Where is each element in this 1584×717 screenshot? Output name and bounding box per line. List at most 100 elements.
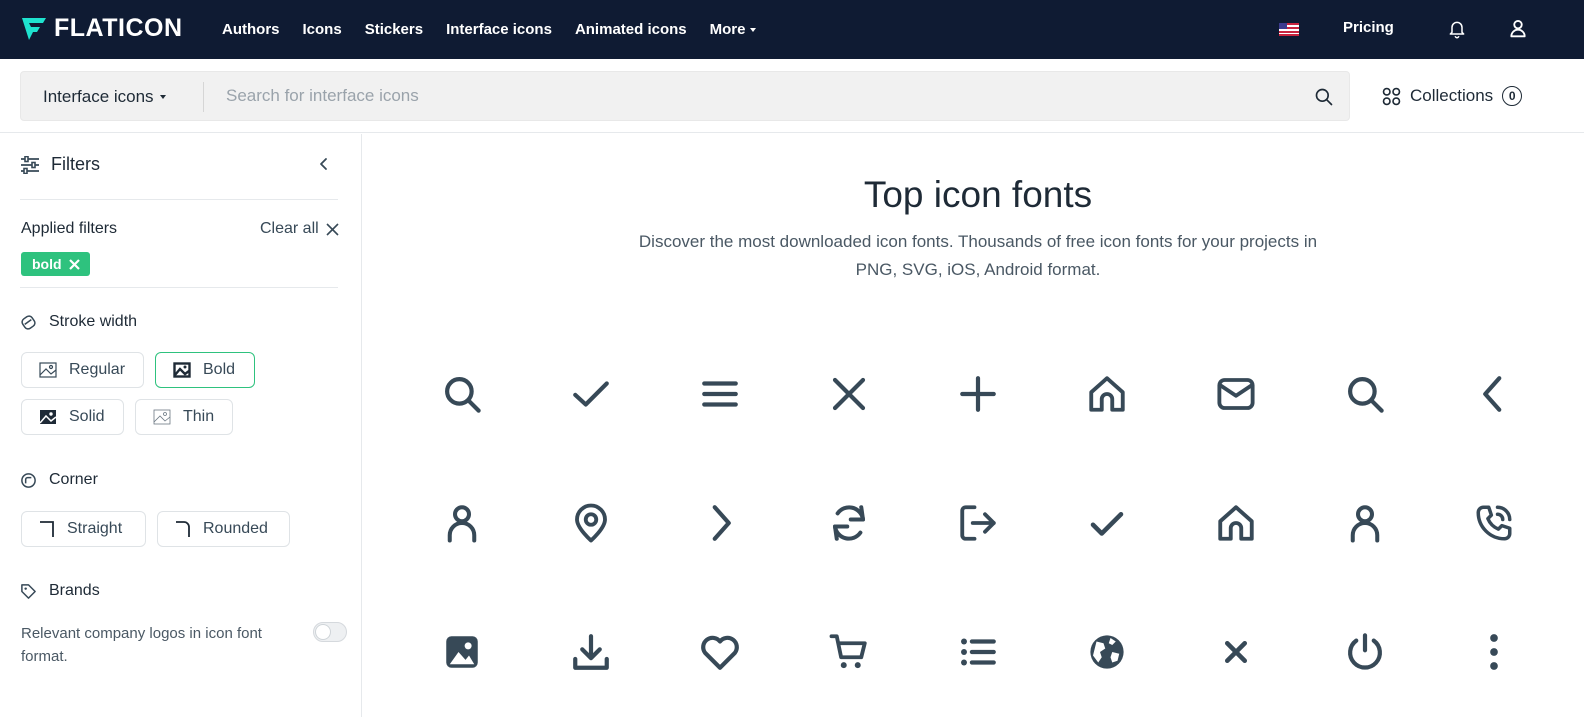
chevron-down-icon [750,27,757,32]
stroke-option-label: Regular [69,361,126,378]
corner-option-straight[interactable]: Straight [21,511,146,547]
check-icon [1090,511,1124,536]
search-icon[interactable] [1314,87,1334,107]
nav-link-authors[interactable]: Authors [222,21,280,38]
main-nav: Authors Icons Stickers Interface icons A… [222,0,779,59]
stroke-width-section-title: Stroke width [20,313,137,331]
icon-tile[interactable] [1464,622,1524,682]
icon-tile[interactable] [948,622,1008,682]
nav-link-animated-icons[interactable]: Animated icons [575,21,687,38]
user-icon [447,505,477,543]
collections-button[interactable]: Collections 0 [1382,86,1523,106]
corner-section-title: Corner [20,471,98,489]
icon-tile[interactable] [690,364,750,424]
picture-solid-icon [39,410,57,424]
search-icon [445,377,481,413]
stroke-width-icon [21,314,36,330]
icon-tile[interactable] [432,622,492,682]
applied-filter-chip-bold[interactable]: bold [21,252,90,276]
icon-tile[interactable] [561,622,621,682]
stroke-option-regular[interactable]: Regular [21,352,144,388]
corner-option-rounded[interactable]: Rounded [157,511,290,547]
brands-toggle[interactable] [313,622,347,642]
stroke-option-bold[interactable]: Bold [155,352,255,388]
nav-more-label: More [709,21,746,38]
nav-link-stickers[interactable]: Stickers [365,21,423,38]
divider [20,199,338,200]
icon-tile[interactable] [1464,364,1524,424]
home-icon [1089,376,1125,412]
picture-outline-icon [39,362,57,378]
brands-label: Brands [49,582,100,599]
stroke-option-solid[interactable]: Solid [21,399,124,435]
icon-tile[interactable] [1077,364,1137,424]
icon-tile[interactable] [561,364,621,424]
nav-link-icons[interactable]: Icons [303,21,342,38]
icon-tile[interactable] [1335,493,1395,553]
icon-tile[interactable] [819,493,879,553]
filters-title: Filters [51,154,100,174]
rounded-corner-icon [176,521,190,537]
tag-icon [21,583,36,599]
envelope-icon [1217,378,1255,410]
toggle-knob [315,624,331,640]
brands-description: Relevant company logos in icon font form… [21,625,262,665]
heart-icon [701,635,739,670]
chevron-left-icon[interactable] [318,157,330,171]
icon-tile[interactable] [432,493,492,553]
power-icon [1348,633,1382,670]
icon-tile[interactable] [948,364,1008,424]
icon-tile[interactable] [1077,622,1137,682]
collections-label: Collections [1410,86,1494,105]
stroke-option-label: Thin [183,408,215,425]
chevron-right-icon [712,505,731,541]
check-icon [573,381,609,407]
search-type-dropdown[interactable]: Interface icons [43,87,166,107]
filters-sliders-icon [21,155,39,174]
search-icon [1348,377,1384,413]
collections-count-badge: 0 [1502,86,1523,106]
nav-link-interface-icons[interactable]: Interface icons [446,21,552,38]
icon-tile[interactable] [690,493,750,553]
icon-tile[interactable] [561,493,621,553]
main-content: Top icon fonts Discover the most downloa… [363,134,1584,717]
applied-filters-label: Applied filters [21,220,118,237]
search-input[interactable] [226,80,1286,112]
straight-corner-icon [40,521,54,537]
list-icon [961,638,996,666]
stroke-option-thin[interactable]: Thin [135,399,233,435]
shopping-cart-icon [829,634,867,669]
icon-tile[interactable] [948,493,1008,553]
search-type-label: Interface icons [43,87,154,106]
icon-tile[interactable] [1464,493,1524,553]
icon-tile[interactable] [690,622,750,682]
home-icon [1218,505,1254,541]
picture-thin-icon [153,409,171,425]
clear-all-filters-button[interactable]: Clear all [260,220,339,238]
icon-tile[interactable] [819,364,879,424]
divider [20,287,338,288]
pricing-link[interactable]: Pricing [1343,19,1394,36]
page-description: Discover the most downloaded icon fonts.… [638,232,1318,279]
us-flag-icon[interactable] [1279,23,1299,36]
flaticon-logo[interactable]: FLATICON [20,14,183,43]
clear-all-label: Clear all [260,220,319,237]
icon-tile[interactable] [819,622,879,682]
icon-tile[interactable] [432,364,492,424]
nav-more-dropdown[interactable]: More [710,21,757,38]
icon-tile[interactable] [1206,493,1266,553]
search-row: Interface icons Collections 0 [0,59,1584,133]
icon-tile[interactable] [1335,364,1395,424]
bell-icon[interactable] [1447,19,1467,39]
close-icon [832,377,866,411]
icon-tile[interactable] [1206,364,1266,424]
refresh-icon [832,505,866,541]
collections-grid-icon [1382,87,1401,105]
brand-name: FLATICON [54,14,183,42]
icon-tile[interactable] [1335,622,1395,682]
page-title: Top icon fonts [863,174,1093,215]
icon-tile[interactable] [1206,622,1266,682]
picture-bold-icon [173,362,191,378]
icon-tile[interactable] [1077,493,1137,553]
user-account-icon[interactable] [1508,18,1528,38]
